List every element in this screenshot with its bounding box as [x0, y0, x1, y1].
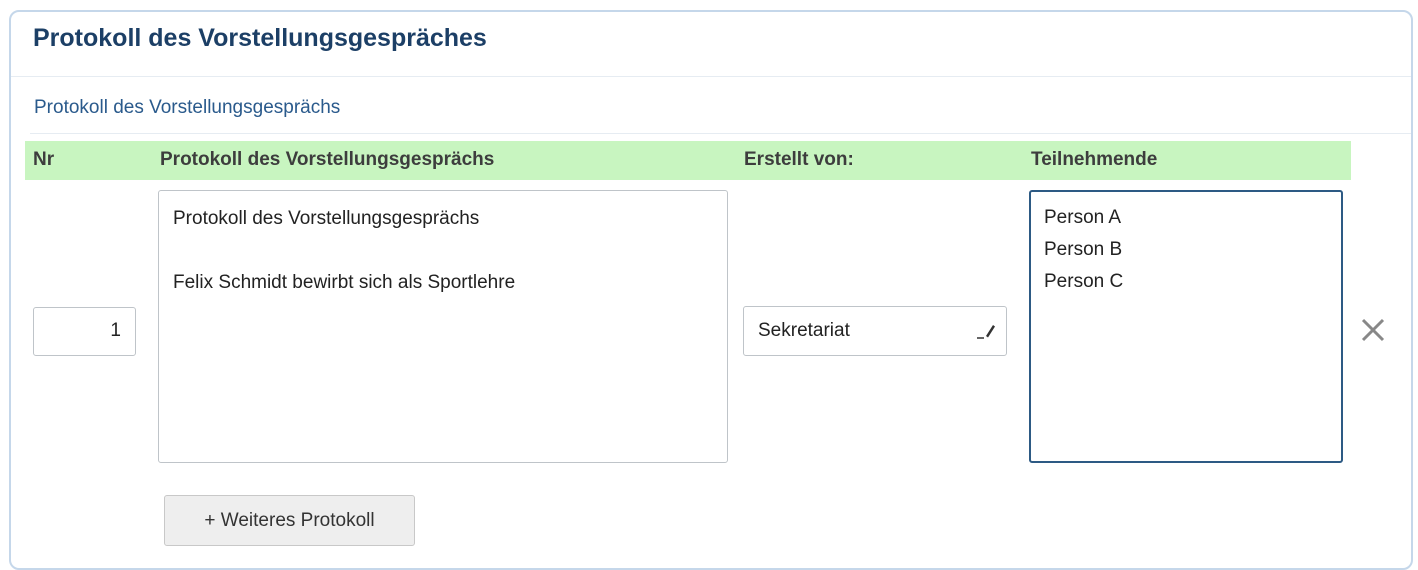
title-divider	[11, 76, 1411, 77]
header-protocol: Protokoll des Vorstellungsgesprächs	[160, 149, 495, 170]
section-divider	[30, 133, 1411, 134]
nr-input[interactable]: 1	[33, 307, 136, 356]
header-participants: Teilnehmende	[1031, 149, 1158, 170]
panel-title: Protokoll des Vorstellungsgespräches	[33, 24, 487, 52]
participants-textarea[interactable]: Person A Person B Person C	[1029, 190, 1343, 463]
close-icon[interactable]	[1359, 316, 1387, 344]
header-created-by: Erstellt von:	[744, 149, 854, 170]
header-nr: Nr	[33, 149, 55, 170]
protocol-textarea[interactable]: Protokoll des Vorstellungsgesprächs Feli…	[158, 190, 728, 463]
add-protocol-button[interactable]: + Weiteres Protokoll	[164, 495, 415, 546]
pencil-icon[interactable]	[974, 319, 996, 341]
section-title: Protokoll des Vorstellungsgesprächs	[34, 97, 341, 118]
created-by-field[interactable]: Sekretariat	[743, 306, 1007, 356]
created-by-value: Sekretariat	[758, 320, 850, 341]
